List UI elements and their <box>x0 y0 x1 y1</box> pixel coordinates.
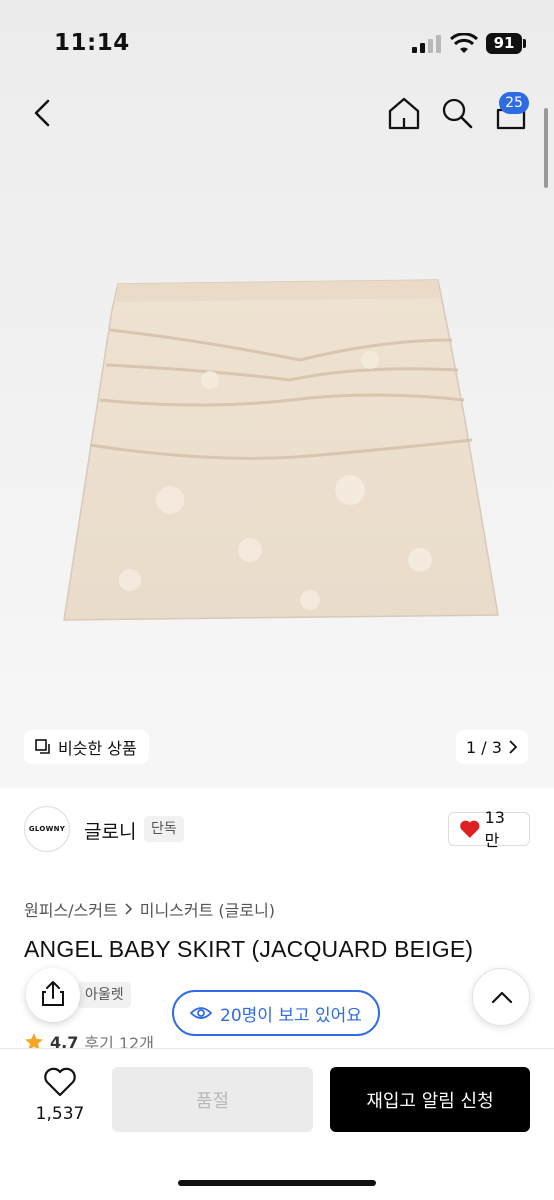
image-counter-text: 1 / 3 <box>466 737 502 757</box>
brand-logo[interactable]: GLOWNY <box>24 806 70 852</box>
chevron-up-icon <box>491 991 513 1004</box>
signal-icon <box>412 35 442 53</box>
image-counter[interactable]: 1 / 3 <box>456 730 528 764</box>
brand-like-count: 13만 <box>484 807 505 850</box>
similar-products-button[interactable]: 비슷한 상품 <box>24 730 149 764</box>
eye-icon <box>190 1007 212 1019</box>
wifi-icon <box>450 33 478 53</box>
soldout-button[interactable]: 품절 <box>112 1067 313 1132</box>
restock-alert-button[interactable]: 재입고 알림 신청 <box>330 1067 530 1132</box>
search-icon[interactable] <box>438 94 476 132</box>
copy-icon <box>35 739 50 754</box>
breadcrumb-subcategory[interactable]: 미니스커트 (글로니) <box>140 897 275 921</box>
scroll-top-button[interactable] <box>472 968 530 1026</box>
product-image[interactable] <box>60 270 500 640</box>
share-icon <box>42 981 64 1006</box>
home-icon[interactable] <box>385 94 423 132</box>
exclusive-tag: 단독 <box>144 816 184 842</box>
brand-row: GLOWNY 글로니 단독 13만 <box>24 806 530 852</box>
status-bar: 11:14 91 <box>0 0 554 88</box>
heart-outline-icon <box>44 1067 76 1097</box>
wishlist-count: 1,537 <box>35 1104 85 1124</box>
outlet-tag: 아울렛 <box>78 982 131 1008</box>
cart-count-badge: 25 <box>499 92 529 114</box>
heart-filled-icon <box>460 820 480 838</box>
status-time: 11:14 <box>54 30 130 56</box>
breadcrumb-category[interactable]: 원피스/스커트 <box>24 897 118 921</box>
chevron-right-icon <box>125 903 132 915</box>
battery-icon: 91 <box>486 33 522 54</box>
back-icon[interactable] <box>26 94 60 132</box>
chevron-right-icon <box>509 740 518 754</box>
brand-name[interactable]: 글로니 <box>84 817 136 844</box>
viewers-text: 20명이 보고 있어요 <box>220 1005 362 1026</box>
viewers-pill: 20명이 보고 있어요 <box>172 990 380 1036</box>
battery-tip <box>523 39 526 48</box>
scrollbar[interactable] <box>544 108 548 188</box>
similar-products-label: 비슷한 상품 <box>58 739 137 758</box>
wishlist-button[interactable]: 1,537 <box>26 1066 94 1132</box>
share-button[interactable] <box>26 968 80 1022</box>
breadcrumb: 원피스/스커트 미니스커트 (글로니) <box>24 897 275 921</box>
product-title: ANGEL BABY SKIRT (JACQUARD BEIGE) <box>24 936 474 962</box>
brand-like-button[interactable]: 13만 <box>448 808 530 850</box>
home-indicator[interactable] <box>178 1180 376 1186</box>
